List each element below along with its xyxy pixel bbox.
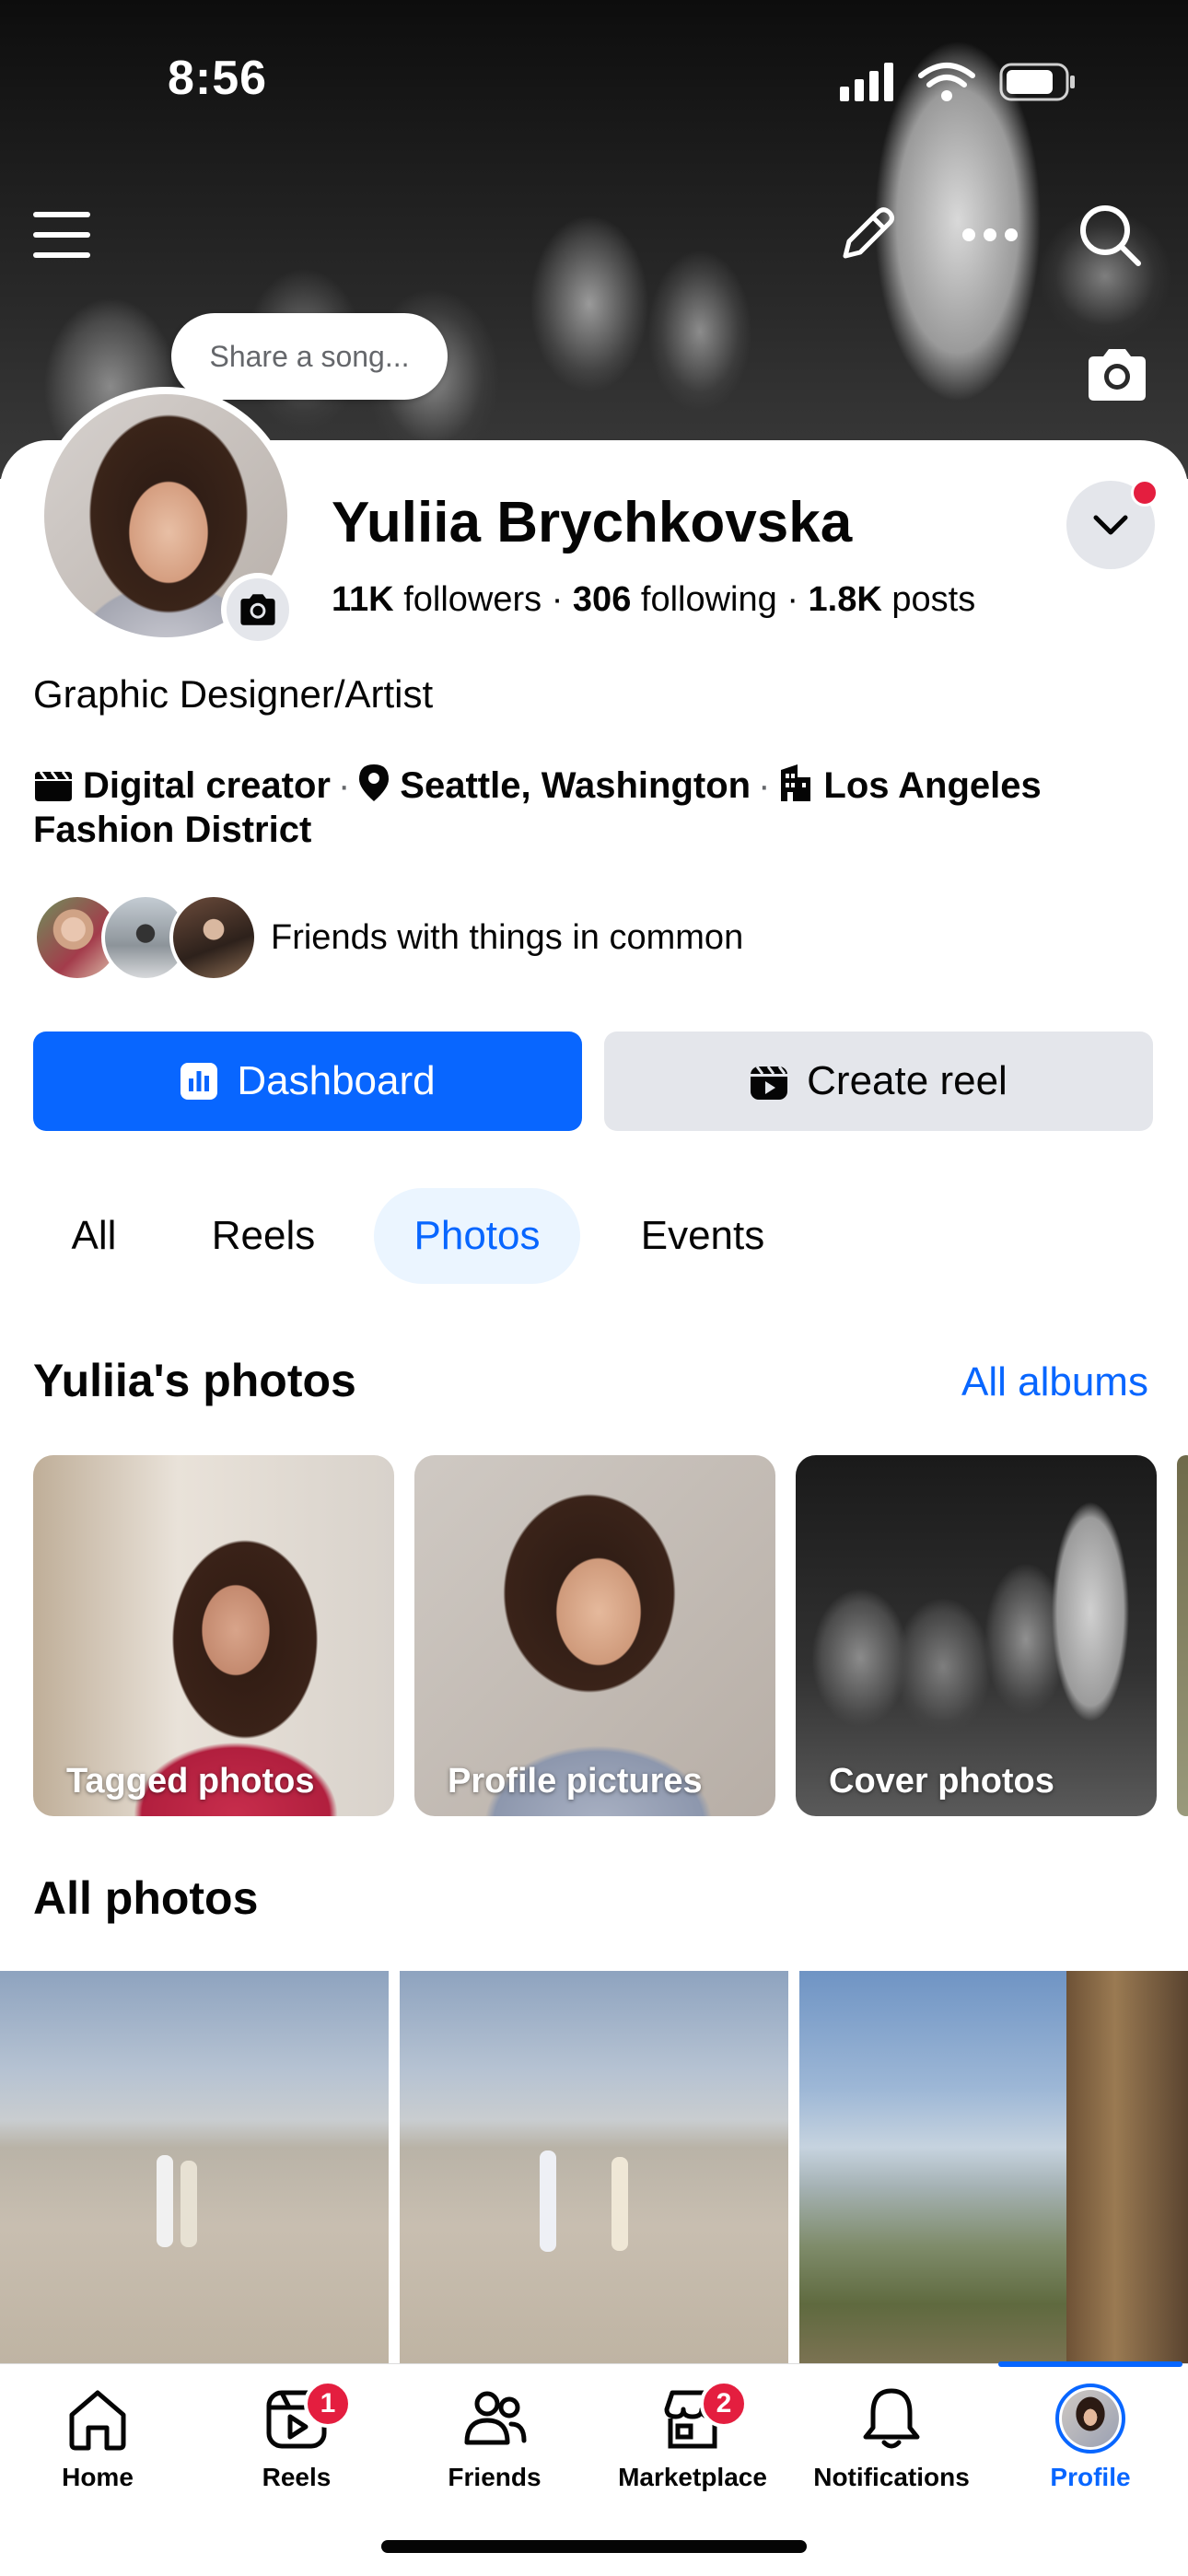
tab-reels[interactable]: Reels bbox=[181, 1188, 346, 1284]
followers-count[interactable]: 11K bbox=[332, 580, 394, 619]
profile-nav-avatar bbox=[1055, 2384, 1125, 2454]
following-count[interactable]: 306 bbox=[573, 580, 631, 619]
bell-icon bbox=[863, 2388, 920, 2449]
album-profile-pictures[interactable]: Profile pictures bbox=[414, 1455, 775, 1816]
more-options-icon[interactable] bbox=[958, 203, 1022, 267]
stats-separator: · bbox=[551, 580, 573, 619]
profile-stats: 11K followers · 306 following · 1.8K pos… bbox=[332, 580, 975, 620]
avatar-camera-button[interactable] bbox=[221, 573, 295, 647]
tab-label: Photos bbox=[413, 1213, 541, 1258]
notification-dot bbox=[1131, 479, 1159, 507]
nav-notifications[interactable]: Notifications bbox=[799, 2384, 984, 2512]
following-label[interactable]: following bbox=[641, 580, 777, 619]
all-photos-heading: All photos bbox=[33, 1872, 259, 1924]
photos-section-heading: Yuliia's photos bbox=[33, 1355, 356, 1406]
nav-label: Notifications bbox=[813, 2463, 970, 2491]
create-reel-button[interactable]: Create reel bbox=[604, 1032, 1153, 1131]
posts-count: 1.8K bbox=[808, 580, 882, 619]
home-indicator bbox=[381, 2540, 807, 2553]
friends-in-common-text: Friends with things in common bbox=[271, 917, 744, 957]
followers-label[interactable]: followers bbox=[403, 580, 542, 619]
camera-icon bbox=[240, 594, 275, 625]
album-tagged-photos[interactable]: Tagged photos bbox=[33, 1455, 394, 1816]
profile-bio: Graphic Designer/Artist bbox=[33, 672, 434, 716]
search-icon[interactable] bbox=[1077, 203, 1142, 267]
all-albums-link[interactable]: All albums bbox=[961, 1359, 1148, 1405]
dashboard-label: Dashboard bbox=[237, 1058, 436, 1103]
album-label: Profile pictures bbox=[448, 1762, 703, 1801]
album-next-partial[interactable] bbox=[1177, 1455, 1188, 1816]
nav-label: Profile bbox=[1050, 2463, 1131, 2491]
profile-category: Digital creator bbox=[83, 765, 331, 806]
tab-label: All bbox=[71, 1213, 117, 1258]
nav-reels[interactable]: Reels 1 bbox=[204, 2380, 389, 2512]
friend-avatar bbox=[169, 893, 258, 982]
nav-profile[interactable]: Profile bbox=[998, 2384, 1182, 2512]
building-icon bbox=[781, 764, 811, 801]
tab-events[interactable]: Events bbox=[608, 1188, 798, 1284]
nav-friends[interactable]: Friends bbox=[402, 2384, 587, 2512]
share-song-text: Share a song... bbox=[209, 339, 410, 373]
battery-icon bbox=[999, 63, 1075, 101]
posts-label: posts bbox=[891, 580, 976, 619]
nav-label: Home bbox=[62, 2463, 134, 2491]
friends-in-common-row[interactable]: Friends with things in common bbox=[33, 892, 743, 984]
reel-icon bbox=[751, 1066, 788, 1100]
tab-label: Reels bbox=[211, 1213, 316, 1258]
photo-thumbnail[interactable] bbox=[0, 1971, 389, 2363]
photo-figure bbox=[611, 2157, 628, 2251]
home-icon bbox=[69, 2390, 126, 2451]
location-pin-icon bbox=[359, 764, 390, 801]
tab-photos[interactable]: Photos bbox=[374, 1188, 580, 1284]
marketplace-badge: 2 bbox=[700, 2380, 748, 2428]
photo-building bbox=[1066, 1971, 1188, 2363]
create-reel-label: Create reel bbox=[807, 1058, 1007, 1103]
reels-badge: 1 bbox=[304, 2380, 352, 2428]
album-label: Tagged photos bbox=[66, 1762, 315, 1801]
photo-thumbnail[interactable] bbox=[799, 1971, 1188, 2363]
photo-figure bbox=[181, 2161, 197, 2247]
dashboard-chart-icon bbox=[181, 1063, 218, 1100]
active-tab-indicator bbox=[998, 2361, 1182, 2367]
photo-thumbnail[interactable] bbox=[400, 1971, 788, 2363]
clapperboard-icon bbox=[35, 771, 72, 801]
nav-marketplace[interactable]: Marketplace 2 bbox=[600, 2380, 785, 2512]
cover-camera-icon[interactable] bbox=[1085, 343, 1149, 407]
dashboard-button[interactable]: Dashboard bbox=[33, 1032, 582, 1131]
friends-icon bbox=[464, 2391, 527, 2445]
chevron-down-icon bbox=[1093, 515, 1128, 535]
status-time: 8:56 bbox=[168, 52, 268, 105]
signal-icon bbox=[840, 63, 893, 101]
nav-label: Marketplace bbox=[618, 2463, 767, 2491]
photo-figure bbox=[540, 2151, 556, 2252]
stats-separator: · bbox=[786, 580, 809, 619]
album-cover-photos[interactable]: Cover photos bbox=[796, 1455, 1157, 1816]
profile-location: Seattle, Washington bbox=[400, 765, 751, 806]
photo-figure bbox=[157, 2155, 173, 2247]
share-song-bubble[interactable]: Share a song... bbox=[171, 313, 448, 400]
status-icons bbox=[840, 59, 1079, 105]
edit-pencil-icon[interactable] bbox=[834, 203, 899, 267]
menu-icon[interactable] bbox=[29, 203, 94, 267]
nav-home[interactable]: Home bbox=[6, 2384, 190, 2512]
tab-all[interactable]: All bbox=[33, 1188, 155, 1284]
profile-name: Yuliia Brychkovska bbox=[332, 491, 853, 554]
tab-label: Events bbox=[640, 1213, 765, 1258]
profile-details: Digital creator · Seattle, Washington · Los … bbox=[33, 763, 1166, 852]
nav-label: Friends bbox=[448, 2463, 542, 2491]
wifi-icon bbox=[918, 63, 975, 87]
avatar bbox=[1062, 2390, 1119, 2447]
album-label: Cover photos bbox=[829, 1762, 1054, 1801]
nav-label: Reels bbox=[262, 2463, 332, 2491]
